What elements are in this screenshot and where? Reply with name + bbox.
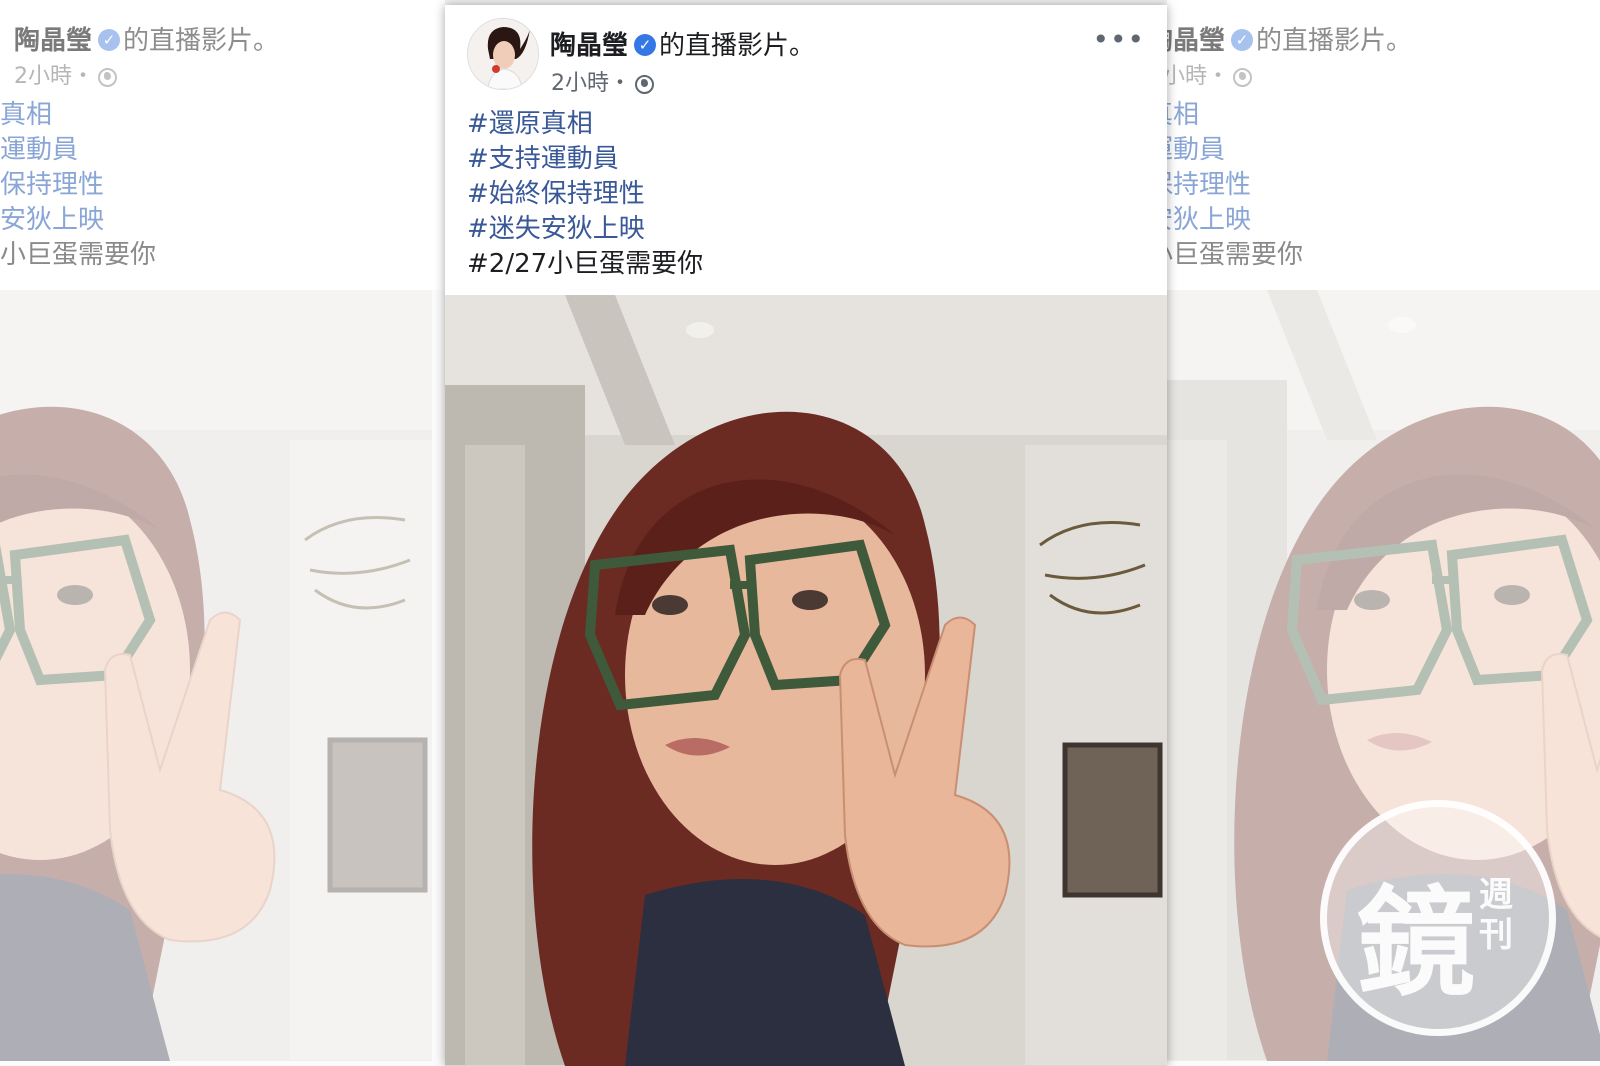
right-copy-separator: ・ <box>1207 64 1230 89</box>
mirror-media-watermark-logo: 鏡 週刊 <box>1320 800 1556 1036</box>
left-copy-header: 陶晶瑩 ✓ 的直播影片。 2小時・ 真相 運動員 保持理性 安狄上映 小巨蛋需要你 <box>0 0 445 290</box>
live-video-player[interactable] <box>445 295 1167 1066</box>
right-copy-meta: 2小時・ <box>1167 58 1253 90</box>
post-header: 陶晶瑩 ✓ 的直播影片。 2小時・ ••• #還原真相 #支持運動員 #始終保持理性… <box>445 5 1167 295</box>
right-copy-last-line: 小巨蛋需要你 <box>1167 240 1304 270</box>
left-copy-tag: 安狄上映 <box>0 205 105 235</box>
watermark-sub-chars: 週刊 <box>1479 875 1513 955</box>
globe-icon <box>98 67 118 87</box>
avatar[interactable] <box>467 18 539 90</box>
verified-badge-icon: ✓ <box>1231 28 1254 51</box>
more-options-button[interactable]: ••• <box>1092 23 1145 56</box>
post-text-last-line: #2/27小巨蛋需要你 <box>467 249 704 279</box>
right-copy-tag: 保持理性 <box>1167 170 1252 200</box>
left-copy-tag: 運動員 <box>0 135 79 165</box>
left-copy-separator: ・ <box>72 64 95 89</box>
globe-icon <box>1233 67 1253 87</box>
left-copy-action: 的直播影片。 <box>123 26 280 56</box>
hashtag-link[interactable]: #支持運動員 <box>467 142 703 177</box>
left-copy-tag: 保持理性 <box>0 170 105 200</box>
left-copy-tags: 真相 運動員 保持理性 安狄上映 小巨蛋需要你 <box>0 98 156 273</box>
left-copy-meta: 2小時・ <box>14 58 118 90</box>
left-faded-copy: 陶晶瑩 ✓ 的直播影片。 2小時・ 真相 運動員 保持理性 安狄上映 小巨蛋需要你 <box>0 0 445 1066</box>
right-copy-tag: 真相 <box>1167 100 1200 130</box>
left-copy-video-frame <box>0 290 445 1066</box>
left-copy-author: 陶晶瑩 <box>14 26 93 56</box>
verified-badge-icon: ✓ <box>98 28 121 51</box>
right-copy-time: 2小時 <box>1167 64 1207 89</box>
verified-badge-icon: ✓ <box>634 33 657 56</box>
right-copy-name-line: 陶晶瑩✓的直播影片。 <box>1167 20 1412 57</box>
post-action-text: 的直播影片。 <box>659 31 816 61</box>
globe-icon[interactable] <box>635 74 655 94</box>
right-copy-tag: 安狄上映 <box>1167 205 1252 235</box>
right-copy-author: 陶晶瑩 <box>1167 26 1226 56</box>
left-copy-last-line: 小巨蛋需要你 <box>0 240 157 270</box>
post-author-line: 陶晶瑩 ✓ 的直播影片。 <box>550 25 815 62</box>
right-copy-tag: 運動員 <box>1167 135 1226 165</box>
hashtag-link[interactable]: #迷失安狄上映 <box>467 212 703 247</box>
right-copy-tags: 真相 運動員 保持理性 安狄上映 小巨蛋需要你 <box>1167 98 1303 273</box>
post-text: #還原真相 #支持運動員 #始終保持理性 #迷失安狄上映 #2/27小巨蛋需要你 <box>467 107 703 282</box>
right-copy-action: 的直播影片。 <box>1256 26 1413 56</box>
left-copy-tag: 真相 <box>0 100 53 130</box>
left-copy-name-line: 陶晶瑩 ✓ 的直播影片。 <box>14 20 279 57</box>
watermark-main-char: 鏡 <box>1357 873 1476 1012</box>
post-meta: 2小時・ <box>551 65 655 97</box>
right-copy-header: 陶晶瑩✓的直播影片。 2小時・ 真相 運動員 保持理性 安狄上映 小巨蛋需要你 <box>1167 0 1600 290</box>
meta-separator: ・ <box>609 71 632 96</box>
facebook-post-card: 陶晶瑩 ✓ 的直播影片。 2小時・ ••• #還原真相 #支持運動員 #始終保持理性… <box>445 5 1167 1066</box>
author-name-link[interactable]: 陶晶瑩 <box>550 31 628 61</box>
hashtag-link[interactable]: #始終保持理性 <box>467 177 703 212</box>
hashtag-link[interactable]: #還原真相 <box>467 107 703 142</box>
post-timestamp[interactable]: 2小時 <box>551 71 609 96</box>
left-copy-time: 2小時 <box>14 64 72 89</box>
